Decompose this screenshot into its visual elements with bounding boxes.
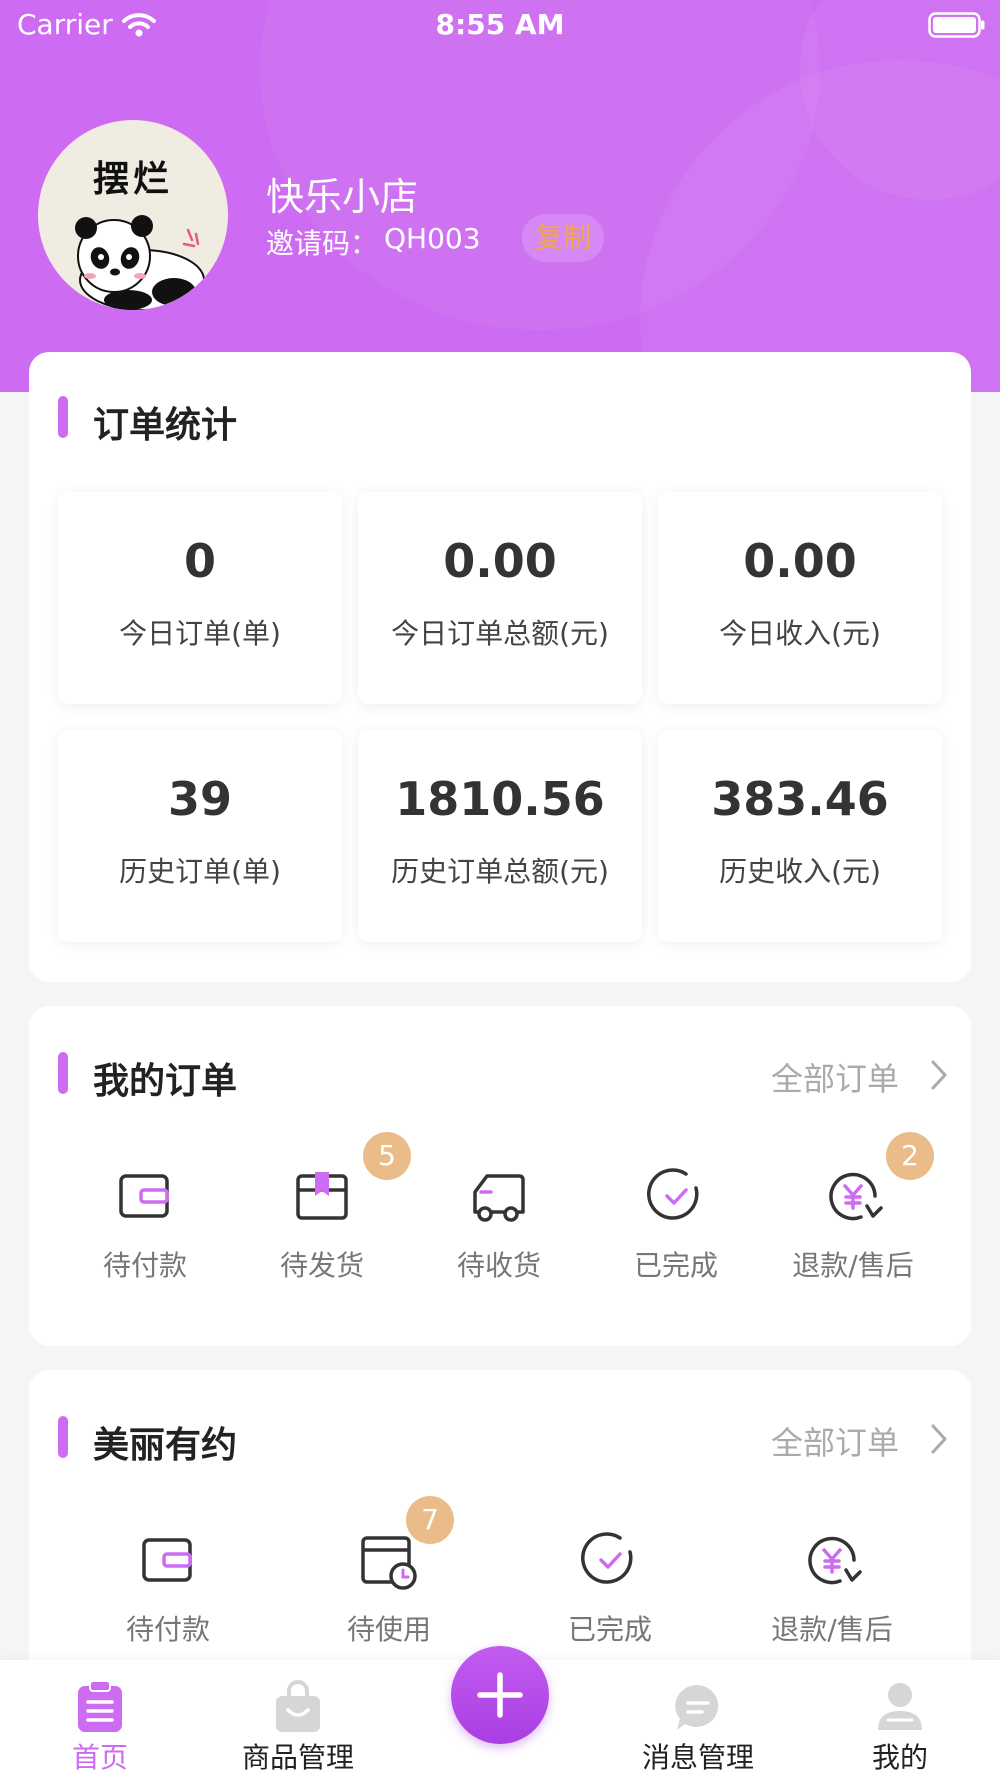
order-count-badge: 7 <box>406 1496 454 1544</box>
tab-label: 我的 <box>871 1741 928 1774</box>
stat-history-orders: 39 历史订单(单) <box>58 730 342 942</box>
shopping-bag-icon <box>276 1680 320 1732</box>
shop-name: 快乐小店 <box>266 175 419 219</box>
wallet-icon <box>119 1174 169 1218</box>
beauty-completed[interactable]: 已完成 <box>525 1530 695 1680</box>
truck-icon <box>473 1174 525 1222</box>
order-refund[interactable]: 退款/售后 2 <box>768 1132 938 1316</box>
tab-message-management[interactable]: 消息管理 <box>618 1660 778 1778</box>
order-label: 已完成 <box>633 1249 718 1282</box>
order-label: 退款/售后 <box>792 1249 914 1282</box>
stat-today-orders: 0 今日订单(单) <box>58 492 342 704</box>
order-label: 待发货 <box>279 1249 364 1282</box>
plus-icon <box>477 1672 523 1718</box>
beauty-pending-payment[interactable]: 待付款 <box>83 1530 253 1680</box>
stat-label: 今日订单(单) <box>119 617 281 650</box>
stat-value: 383.46 <box>711 772 889 826</box>
order-label: 待收货 <box>456 1249 541 1282</box>
home-screen: Carrier 8:55 AM 摆烂 快乐小店 邀请码： QH003 复制 订单… <box>0 0 1000 1778</box>
order-pending-shipment[interactable]: 待发货 5 <box>237 1132 411 1316</box>
stat-history-order-total: 1810.56 历史订单总额(元) <box>358 730 642 942</box>
beauty-pending-use[interactable]: 待使用 7 <box>304 1496 474 1680</box>
clock: 8:55 AM <box>435 8 565 41</box>
add-button[interactable] <box>451 1646 549 1744</box>
beauty-title: 美丽有约 <box>93 1425 238 1466</box>
panda-illustration <box>75 215 205 310</box>
package-icon <box>296 1172 348 1220</box>
stat-label: 今日收入(元) <box>719 617 881 650</box>
stat-value: 0.00 <box>443 534 557 588</box>
stat-label: 历史订单(单) <box>119 855 281 888</box>
stat-value: 39 <box>167 772 232 826</box>
avatar-caption: 摆烂 <box>92 158 173 200</box>
stat-today-order-total: 0.00 今日订单总额(元) <box>358 492 642 704</box>
clipboard-icon <box>78 1680 122 1732</box>
stat-label: 历史收入(元) <box>719 855 881 888</box>
order-count-badge: 2 <box>886 1132 934 1180</box>
copy-button[interactable]: 复制 <box>522 214 604 262</box>
chevron-right-icon[interactable] <box>929 1058 949 1092</box>
profile-header: Carrier 8:55 AM 摆烂 快乐小店 邀请码： QH003 复制 <box>0 0 1000 392</box>
battery-icon <box>928 12 985 38</box>
check-circle-icon <box>647 1168 699 1220</box>
invite-code-label: 邀请码： <box>266 227 379 260</box>
all-orders-link[interactable]: 全部订单 <box>771 1418 899 1464</box>
chevron-right-icon[interactable] <box>929 1422 949 1456</box>
stat-label: 历史订单总额(元) <box>391 855 609 888</box>
refund-icon <box>808 1536 862 1585</box>
order-label: 待使用 <box>346 1613 431 1646</box>
order-completed[interactable]: 已完成 <box>591 1166 761 1316</box>
order-label: 已完成 <box>567 1613 652 1646</box>
refund-icon <box>829 1172 883 1221</box>
stat-value: 0.00 <box>743 534 857 588</box>
title-accent-bar <box>58 396 68 438</box>
beauty-card: 美丽有约 全部订单 待付款 待使用 7 已完成 退款/售后 <box>29 1370 971 1690</box>
calendar-clock-icon <box>361 1536 417 1590</box>
tab-home[interactable]: 首页 <box>20 1660 180 1778</box>
order-label: 退款/售后 <box>771 1613 893 1646</box>
order-stats-card: 订单统计 0 今日订单(单) 0.00 今日订单总额(元) 0.00 今日收入(… <box>29 352 971 982</box>
stat-value: 0 <box>183 534 216 588</box>
tab-product-management[interactable]: 商品管理 <box>218 1660 378 1778</box>
stat-label: 今日订单总额(元) <box>391 617 609 650</box>
order-count-badge: 5 <box>363 1132 411 1180</box>
beauty-refund[interactable]: 退款/售后 <box>747 1530 917 1680</box>
order-pending-payment[interactable]: 待付款 <box>60 1166 230 1316</box>
avatar[interactable]: 摆烂 <box>38 120 228 310</box>
stat-history-income: 383.46 历史收入(元) <box>658 730 942 942</box>
stat-value: 1810.56 <box>395 772 605 826</box>
stat-today-income: 0.00 今日收入(元) <box>658 492 942 704</box>
chat-icon <box>675 1684 719 1730</box>
title-accent-bar <box>58 1052 68 1094</box>
order-label: 待付款 <box>102 1249 187 1282</box>
invite-code: QH003 <box>384 222 481 255</box>
my-orders-card: 我的订单 全部订单 待付款 待发货 5 待收货 已完成 退款/售后 2 <box>29 1006 971 1346</box>
tab-label: 商品管理 <box>241 1741 354 1774</box>
wallet-icon <box>142 1538 192 1582</box>
tab-label: 首页 <box>71 1741 128 1774</box>
tab-label: 消息管理 <box>641 1741 754 1774</box>
order-stats-title: 订单统计 <box>93 405 238 446</box>
all-orders-link[interactable]: 全部订单 <box>771 1054 899 1100</box>
title-accent-bar <box>58 1416 68 1458</box>
tab-mine[interactable]: 我的 <box>820 1660 980 1778</box>
my-orders-title: 我的订单 <box>93 1061 238 1102</box>
check-circle-icon <box>581 1532 633 1584</box>
user-icon <box>878 1683 922 1730</box>
status-bar: Carrier 8:55 AM <box>0 0 1000 50</box>
order-label: 待付款 <box>125 1613 210 1646</box>
order-pending-receipt[interactable]: 待收货 <box>414 1166 584 1316</box>
